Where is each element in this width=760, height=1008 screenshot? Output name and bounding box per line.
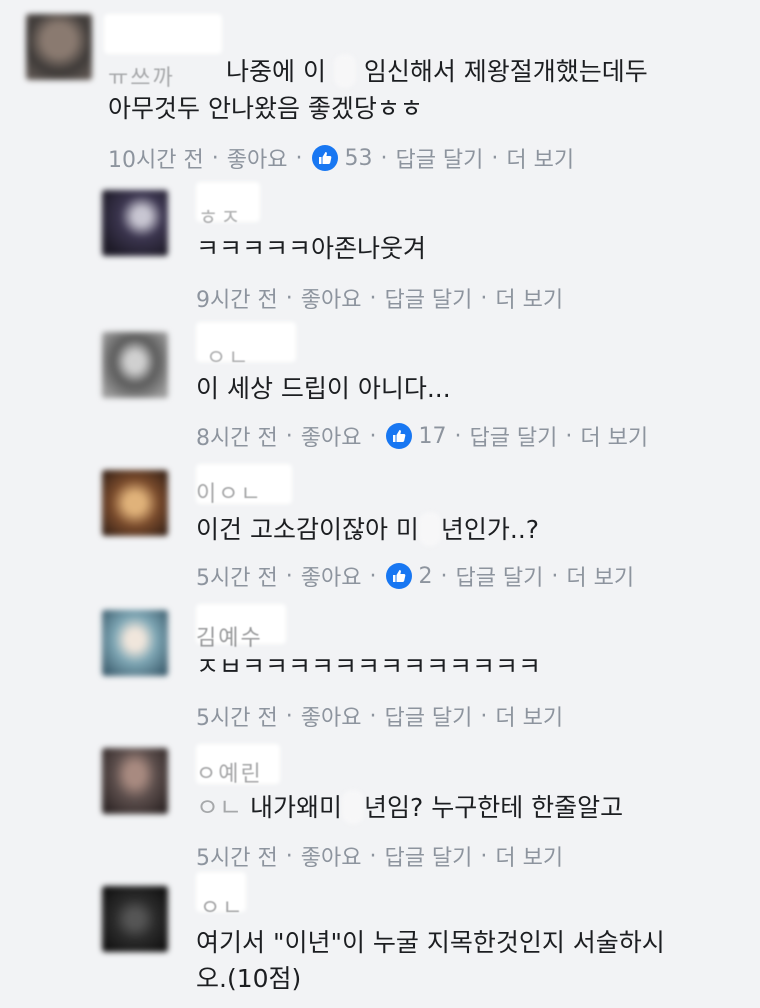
like-count[interactable]: 53: [344, 146, 372, 171]
comment-text: 여기서 "이년"이 누굴 지목한것인지 서술하시: [196, 928, 665, 957]
like-button[interactable]: 좋아요: [301, 560, 362, 592]
timestamp: 9시간 전: [196, 288, 278, 313]
thumbs-up-icon: [312, 145, 339, 171]
like-button[interactable]: 좋아요: [227, 142, 288, 174]
redaction-blot: [418, 512, 441, 546]
reply-button[interactable]: 답글 달기: [384, 840, 472, 872]
commenter-name-fragment: ㅇㄴ: [206, 346, 251, 371]
more-button[interactable]: 더 보기: [506, 142, 574, 174]
commenter-name-fragment: 이ㅇㄴ: [196, 482, 263, 507]
reply-button[interactable]: 답글 달기: [384, 700, 472, 732]
like-count[interactable]: 2: [418, 564, 432, 589]
reply-button[interactable]: 답글 달기: [384, 282, 472, 314]
reply-button[interactable]: 답글 달기: [469, 420, 557, 452]
thumbs-up-icon: [386, 563, 413, 589]
like-button[interactable]: 좋아요: [301, 840, 362, 872]
comment-text: 이 세상 드립이 아니다...: [196, 374, 451, 403]
like-button[interactable]: 좋아요: [301, 420, 362, 452]
redaction-blot: [341, 790, 364, 824]
like-button[interactable]: 좋아요: [301, 282, 362, 314]
more-button[interactable]: 더 보기: [495, 840, 563, 872]
commenter-name-fragment: ㅇㄴ: [200, 896, 245, 921]
more-button[interactable]: 더 보기: [495, 282, 563, 314]
more-button[interactable]: 더 보기: [495, 700, 563, 732]
like-button[interactable]: 좋아요: [301, 700, 362, 732]
commenter-name-fragment: ㅠ쓰까: [108, 66, 175, 91]
comment-text: ㅈㅂㅋㅋㅋㅋㅋㅋㅋㅋㅋㅋㅋㅋㅋ: [196, 652, 542, 681]
reply-button[interactable]: 답글 달기: [455, 560, 543, 592]
comment-meta: 5시간 전 · 좋아요 · 2 · 답글 달기 · 더 보기: [196, 560, 634, 592]
redaction-blot: [333, 54, 356, 88]
timestamp: 5시간 전: [196, 846, 278, 871]
more-button[interactable]: 더 보기: [566, 560, 634, 592]
comment-text: ㅋㅋㅋㅋㅋ아존나웃겨: [196, 234, 427, 263]
avatar[interactable]: [102, 470, 168, 536]
reply-button[interactable]: 답글 달기: [395, 142, 483, 174]
comment-text: ㅇㄴ 내가왜미 년임? 누구한테 한줄알고: [196, 790, 623, 825]
avatar[interactable]: [102, 610, 168, 676]
comment-meta: 10시간 전 · 좋아요 · 53 · 답글 달기 · 더 보기: [108, 142, 574, 174]
comment-meta: 8시간 전 · 좋아요 · 17 · 답글 달기 · 더 보기: [196, 420, 648, 452]
avatar[interactable]: [102, 886, 168, 952]
timestamp: 5시간 전: [196, 566, 278, 591]
avatar[interactable]: [102, 190, 168, 256]
comment-meta: 9시간 전 · 좋아요 · 답글 달기 · 더 보기: [196, 282, 563, 314]
timestamp: 8시간 전: [196, 426, 278, 451]
commenter-name-fragment: ㅇ예린: [196, 762, 263, 787]
comment-meta: 5시간 전 · 좋아요 · 답글 달기 · 더 보기: [196, 840, 563, 872]
avatar[interactable]: [102, 748, 168, 814]
more-button[interactable]: 더 보기: [580, 420, 648, 452]
comment-text-line2: 아무것두 안나왔음 좋겠당ㅎㅎ: [108, 94, 423, 123]
commenter-name-fragment: ㅎㅈ: [198, 206, 243, 231]
comment-text: 나중에 이 임신해서 제왕절개했는데두: [226, 54, 648, 89]
thumbs-up-icon: [386, 423, 413, 449]
like-count[interactable]: 17: [418, 424, 446, 449]
commenter-name-fragment: 김예수: [196, 626, 263, 651]
avatar[interactable]: [102, 332, 168, 398]
comment-meta: 5시간 전 · 좋아요 · 답글 달기 · 더 보기: [196, 700, 563, 732]
commenter-name-redacted[interactable]: [104, 14, 222, 54]
avatar[interactable]: [26, 14, 92, 80]
timestamp: 10시간 전: [108, 148, 204, 173]
comment-text: 이건 고소감이잖아 미 년인가..?: [196, 512, 539, 547]
comment-text-line2: 오.(10점): [196, 964, 302, 993]
timestamp: 5시간 전: [196, 706, 278, 731]
